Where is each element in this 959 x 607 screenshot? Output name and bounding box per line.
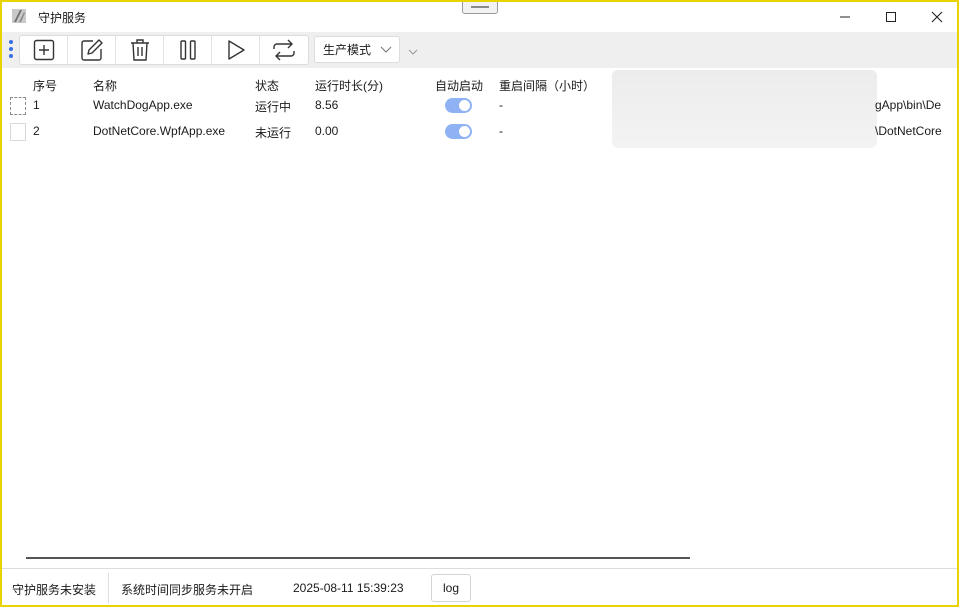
status-separator	[108, 573, 109, 603]
pause-button[interactable]	[164, 36, 212, 64]
start-button[interactable]	[212, 36, 260, 64]
toolbar-grip-icon[interactable]	[8, 40, 14, 60]
window-title: 守护服务	[38, 11, 87, 25]
restart-icon	[273, 39, 295, 61]
toolbar-button-group	[19, 35, 309, 65]
row-path: \DotNetCore	[875, 124, 942, 138]
mode-select[interactable]: 生产模式	[314, 36, 400, 63]
delete-button[interactable]	[116, 36, 164, 64]
column-header-status[interactable]: 状态	[255, 77, 279, 94]
time-sync-status: 系统时间同步服务未开启	[121, 583, 254, 597]
horizontal-scrollbar[interactable]	[26, 557, 690, 559]
drag-handle[interactable]	[462, 2, 498, 14]
toolbar-overflow-icon[interactable]	[408, 48, 418, 56]
log-button[interactable]: log	[431, 574, 471, 602]
column-header-name[interactable]: 名称	[93, 77, 117, 94]
row-runtime: 0.00	[315, 124, 339, 138]
maximize-button[interactable]	[868, 2, 914, 32]
title-bar[interactable]: 守护服务	[2, 2, 957, 32]
row-checkbox[interactable]	[10, 97, 26, 115]
status-bar: 守护服务未安装 系统时间同步服务未开启 2025-08-11 15:39:23 …	[2, 568, 957, 605]
edit-button[interactable]	[68, 36, 116, 64]
row-restart-interval: -	[499, 98, 503, 112]
table-row[interactable]: 1 WatchDogApp.exe 运行中 8.56 - gApp\bin\De	[2, 93, 957, 119]
service-install-status: 守护服务未安装	[12, 583, 97, 597]
auto-start-toggle[interactable]	[445, 98, 472, 113]
row-index: 1	[33, 98, 40, 112]
pause-icon	[179, 40, 196, 60]
chevron-down-icon	[380, 46, 392, 53]
column-header-auto-start[interactable]: 自动启动	[435, 77, 483, 94]
row-restart-interval: -	[499, 124, 503, 138]
row-status: 未运行	[255, 126, 292, 140]
service-table: 序号 名称 状态 运行时长(分) 自动启动 重启间隔（小时） 1 WatchDo…	[2, 68, 957, 568]
column-header-runtime[interactable]: 运行时长(分)	[315, 77, 383, 94]
close-icon	[931, 11, 943, 23]
add-button[interactable]	[20, 36, 68, 64]
row-path: gApp\bin\De	[875, 98, 942, 112]
app-logo-icon	[12, 9, 26, 23]
add-icon	[33, 39, 54, 61]
minimize-button[interactable]	[822, 2, 868, 32]
mode-select-value: 生产模式	[323, 43, 372, 57]
auto-start-toggle[interactable]	[445, 124, 472, 139]
row-name: DotNetCore.WpfApp.exe	[93, 124, 226, 138]
toolbar: 生产模式	[2, 32, 957, 68]
row-runtime: 8.56	[315, 98, 339, 112]
current-datetime: 2025-08-11 15:39:23	[293, 581, 404, 595]
maximize-icon	[886, 12, 896, 22]
restart-button[interactable]	[260, 36, 308, 64]
delete-icon	[130, 39, 149, 61]
close-button[interactable]	[914, 2, 957, 32]
minimize-icon	[840, 16, 850, 18]
row-checkbox[interactable]	[10, 123, 26, 141]
edit-icon	[80, 39, 103, 61]
row-name: WatchDogApp.exe	[93, 98, 193, 112]
play-icon	[227, 40, 245, 60]
table-row[interactable]: 2 DotNetCore.WpfApp.exe 未运行 0.00 - \DotN…	[2, 119, 957, 145]
column-header-restart-interval[interactable]: 重启间隔（小时）	[499, 77, 595, 94]
row-index: 2	[33, 124, 40, 138]
column-header-index[interactable]: 序号	[33, 77, 57, 94]
row-status: 运行中	[255, 100, 292, 114]
main-window: 守护服务 生产模式 序号 名称 状态 运行时长(分) 自动启动 重启间隔（小时）…	[0, 0, 959, 607]
